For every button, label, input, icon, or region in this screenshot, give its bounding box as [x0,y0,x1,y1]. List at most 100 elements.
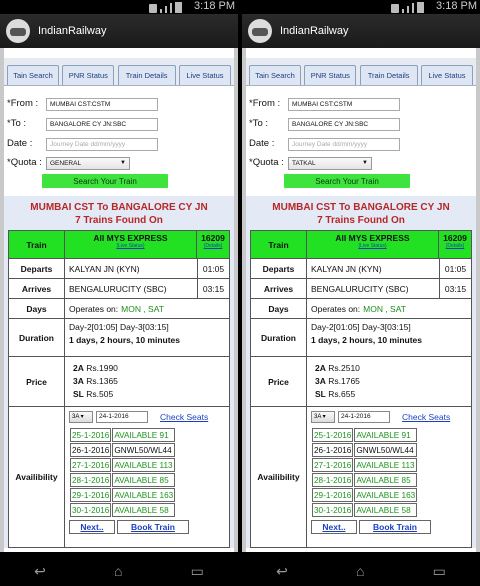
tab-train-search[interactable]: Tain Search [249,65,301,85]
class-select[interactable]: 3A ▾ [69,411,93,423]
arrives-row: Arrives BENGALURUCITY (SBC) 03:15 [251,279,471,299]
train-row: Train All MYS EXPRESS (Live Status) 1620… [9,231,229,259]
tab-live-status[interactable]: Live Status [420,65,473,85]
arrives-time: 03:15 [197,279,229,298]
signal-bar-icon [170,3,172,13]
date-field[interactable]: Journey Date dd/mm/yyyy [288,138,400,151]
train-name: All MYS EXPRESS (Live Status) [307,231,439,258]
notification-icon [149,4,157,13]
price-row: Price 2A Rs.1990 3A Rs.1365 SL Rs.505 [9,357,229,407]
from-label: *From : [249,98,281,109]
duration-row: Duration Day-2[01:05] Day-3[03:15] 1 day… [251,319,471,357]
from-field[interactable]: MUMBAI CST:CSTM [288,98,400,111]
route-heading: MUMBAI CST To BANGALORE CY JN 7 Trains F… [246,201,476,227]
book-train-button[interactable]: Book Train [359,520,431,534]
date-field[interactable]: Journey Date dd/mm/yyyy [46,138,158,151]
search-train-button[interactable]: Search Your Train [284,174,410,188]
train-info-table: Train All MYS EXPRESS (Live Status) 1620… [8,230,230,548]
price-item: 3A Rs.1765 [315,376,360,386]
next-button[interactable]: Next.. [311,520,357,534]
operates-on: Operates on: [69,303,119,314]
tab-train-details[interactable]: Train Details [117,65,176,85]
quota-select[interactable]: GENERAL ▼ [46,157,130,170]
price-item: 2A Rs.2510 [315,363,360,373]
departs-station: KALYAN JN (KYN) [311,263,382,274]
arrives-label: Arrives [9,279,65,298]
price-row: Price 2A Rs.2510 3A Rs.1765 SL Rs.655 [251,357,471,407]
recent-apps-icon[interactable]: ▭ [191,563,204,580]
details-link[interactable]: (Details) [197,243,229,249]
train-name-text: All MYS EXPRESS [93,233,168,243]
duration-value: Day-2[01:05] Day-3[03:15] 1 days, 2 hour… [307,319,426,356]
quota-value: GENERAL [50,160,82,167]
quota-select[interactable]: TATKAL ▼ [288,157,372,170]
app-title: IndianRailway [38,25,107,37]
duration-days: Day-2[01:05] Day-3[03:15] [69,322,169,332]
days-label: Days [251,299,307,318]
availability-date-field[interactable]: 24-1-2016 [96,411,148,423]
nav-bar: ↩ ⌂ ▭ [242,556,480,586]
status-bar: 3:18 PM [0,0,238,14]
route-heading: MUMBAI CST To BANGALORE CY JN 7 Trains F… [4,201,234,227]
tab-train-search[interactable]: Tain Search [7,65,59,85]
quota-value: TATKAL [292,160,316,167]
signal-bar-icon [412,3,414,13]
home-icon[interactable]: ⌂ [356,563,364,579]
to-field[interactable]: BANGALORE CY JN:SBC [46,118,158,131]
route-title: MUMBAI CST To BANGALORE CY JN [30,202,208,213]
tab-pnr-status[interactable]: PNR Status [62,65,115,85]
table-row: 30-1-2016 AVAILABLE 58 [70,503,176,517]
next-button[interactable]: Next.. [69,520,115,534]
tab-train-details[interactable]: Train Details [359,65,418,85]
tab-bar: Tain Search PNR Status Train Details Liv… [246,58,476,86]
home-icon[interactable]: ⌂ [114,563,122,579]
table-row: 26-1-2016 GNWL50/WL44 [70,443,176,457]
check-seats-link[interactable]: Check Seats [402,412,450,422]
date-label: Date : [7,138,33,149]
to-label: *To : [249,118,269,129]
operates-on: Operates on: [311,303,361,314]
trains-found: 7 Trains Found On [75,215,163,226]
departs-station: KALYAN JN (KYN) [69,263,140,274]
from-field[interactable]: MUMBAI CST:CSTM [46,98,158,111]
train-name: All MYS EXPRESS (Live Status) [65,231,197,258]
live-status-link[interactable]: (Live Status) [65,243,196,249]
signal-bar-icon [407,6,409,13]
availability-panel: 3A ▾ 24-1-2016 Check Seats 25-1-2016 AVAI… [65,407,212,547]
departs-time: 01:05 [197,259,229,278]
dropdown-arrow-icon: ▼ [120,160,126,166]
book-train-button[interactable]: Book Train [117,520,189,534]
days-row: Days Operates on: MON , SAT [9,299,229,319]
tab-pnr-status[interactable]: PNR Status [304,65,357,85]
quota-label: *Quota : [249,157,284,168]
back-icon[interactable]: ↩ [34,563,46,580]
details-link[interactable]: (Details) [439,243,471,249]
app-logo-icon [248,19,272,43]
departs-row: Departs KALYAN JN (KYN) 01:05 [9,259,229,279]
days-value: Operates on: MON , SAT [307,299,406,318]
table-row: 27-1-2016 AVAILABLE 113 [312,458,418,472]
availability-date-field[interactable]: 24-1-2016 [338,411,390,423]
days-label: Days [9,299,65,318]
screens: 3:18 PM IndianRailway Tain Search PNR St… [0,0,480,586]
table-row: 28-1-2016 AVAILABLE 85 [312,473,418,487]
search-train-button[interactable]: Search Your Train [42,174,168,188]
results-panel: MUMBAI CST To BANGALORE CY JN 7 Trains F… [4,196,234,548]
class-select[interactable]: 3A ▾ [311,411,335,423]
table-row: 29-1-2016 AVAILABLE 163 [312,488,418,502]
live-status-link[interactable]: (Live Status) [307,243,438,249]
days-value: Operates on: MON , SAT [65,299,164,318]
operating-days: MON , SAT [363,303,406,314]
price-item: SL Rs.505 [73,389,114,399]
duration-total: 1 days, 2 hours, 10 minutes [311,335,423,345]
table-row: 25-1-2016 AVAILABLE 91 [70,428,176,442]
to-field[interactable]: BANGALORE CY JN:SBC [288,118,400,131]
to-label: *To : [7,118,27,129]
back-icon[interactable]: ↩ [276,563,288,580]
clock: 3:18 PM [194,0,235,12]
availability-label: Availibility [251,407,307,547]
recent-apps-icon[interactable]: ▭ [433,563,446,580]
check-seats-link[interactable]: Check Seats [160,412,208,422]
train-label: Train [9,231,65,258]
tab-live-status[interactable]: Live Status [178,65,231,85]
